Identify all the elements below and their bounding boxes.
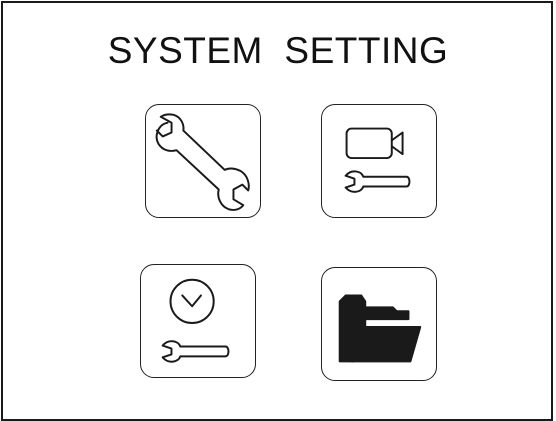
general-settings-button[interactable] (145, 104, 261, 218)
page-title: SYSTEM SETTING (107, 30, 449, 71)
time-settings-button[interactable] (140, 264, 256, 378)
camera-settings-button[interactable] (321, 104, 437, 218)
folder-icon (338, 294, 422, 363)
camera-wrench-icon (344, 127, 411, 193)
clock-wrench-icon (161, 278, 230, 363)
file-settings-button[interactable] (321, 267, 437, 381)
wrench-icon (155, 113, 250, 211)
